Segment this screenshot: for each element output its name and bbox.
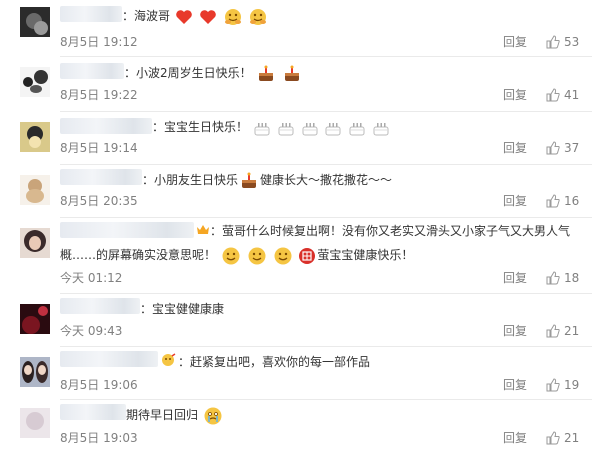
comment-text: ：萤哥什么时候复出啊！没有你又老实又滑头又小家子气又大男人气 [210,224,571,238]
thumbs-up-icon [546,378,560,392]
like-button[interactable]: 18 [546,270,579,286]
reply-button[interactable]: 回复 [503,140,527,156]
cake-emoji-icon [349,122,365,135]
avatar[interactable] [20,357,50,387]
thumbs-up-icon [546,324,560,338]
comment-text: 期待早日回归 [126,404,578,426]
heart-emoji-icon [199,9,216,24]
username[interactable] [60,298,140,314]
smile-emoji-icon [248,247,266,264]
comment-item: ：萤哥什么时候复出啊！没有你又老实又滑头又小家子气又大男人气 概……的屏幕确实没… [0,218,592,294]
cake-emoji-icon [278,122,294,135]
cake-emoji-icon [373,122,389,135]
avatar[interactable] [20,304,50,334]
hug-emoji-icon [250,8,267,25]
avatar[interactable] [20,67,50,97]
cake-emoji-icon [259,65,274,81]
avatar[interactable] [20,122,50,152]
teary-emoji-icon [204,407,222,424]
like-count: 16 [564,194,580,208]
reply-button[interactable]: 回复 [503,377,527,393]
like-button[interactable]: 41 [546,87,579,103]
thumbs-up-icon [546,141,560,155]
comment-date: 8月5日 19:03 [60,431,138,445]
cake-emoji-icon [302,122,318,135]
reply-button[interactable]: 回复 [503,430,527,446]
username[interactable] [60,6,122,22]
vip-badge-icon [197,225,209,234]
sticker-icon [162,353,176,366]
username[interactable] [60,118,152,134]
cake-emoji-icon [325,122,341,135]
username[interactable] [60,404,126,420]
like-button[interactable]: 21 [546,430,579,446]
comment-item: 期待早日回归 8月5日 19:03 回复 21 [0,400,592,453]
like-count: 21 [564,324,580,338]
comment-date: 8月5日 19:06 [60,378,138,392]
cake-emoji-icon [242,172,257,188]
like-button[interactable]: 37 [546,140,579,156]
reply-button[interactable]: 回复 [503,323,527,339]
reply-button[interactable]: 回复 [503,34,527,50]
thumbs-up-icon [546,194,560,208]
reply-button[interactable]: 回复 [503,87,527,103]
like-count: 37 [564,141,580,155]
thumbs-up-icon [546,431,560,445]
comment-date: 今天 09:43 [60,324,123,338]
like-count: 53 [564,35,580,49]
like-count: 19 [564,378,580,392]
hug-emoji-icon [224,8,241,25]
smile-emoji-icon [222,247,240,264]
like-count: 21 [564,431,580,445]
comment-date: 今天 01:12 [60,271,123,285]
comment-item: ：赶紧复出吧，喜欢你的每一部作品 8月5日 19:06 回复 19 [0,347,592,400]
like-count: 41 [564,88,580,102]
username[interactable] [60,63,124,79]
blessing-badge-icon [299,247,316,264]
avatar[interactable] [20,7,50,37]
comment-date: 8月5日 19:12 [60,35,138,49]
comment-text: ：小朋友生日快乐 健康长大～撒花撒花～～ [142,169,578,191]
like-button[interactable]: 21 [546,323,579,339]
username[interactable] [60,351,158,367]
comment-text: ：海波哥 [122,5,578,27]
thumbs-up-icon [546,271,560,285]
heart-emoji-icon [176,9,192,24]
comment-date: 8月5日 19:22 [60,88,138,102]
cake-emoji-icon [254,122,270,135]
avatar[interactable] [20,408,50,438]
comment-text-continued: 概……的屏幕确实没意思呢！ 萤宝宝健康快乐！ [60,244,578,266]
comment-text: ：赶紧复出吧，喜欢你的每一部作品 [178,355,371,369]
comment-item: ：宝宝生日快乐！ 8月5日 19:14 回复 37 [0,112,592,166]
avatar[interactable] [20,228,50,258]
thumbs-up-icon [546,35,560,49]
reply-button[interactable]: 回复 [503,193,527,209]
comment-text: ：宝宝生日快乐！ [152,116,578,138]
comment-text: ：宝宝健健康康 [140,302,225,316]
smile-emoji-icon [274,247,291,264]
like-button[interactable]: 19 [546,377,579,393]
comment-item: ：海波哥 8月5日 19:12 回复 53 [0,0,592,57]
avatar[interactable] [20,175,50,205]
comment-text: ：小波2周岁生日快乐！ [124,62,578,84]
username[interactable] [60,169,142,185]
reply-button[interactable]: 回复 [503,270,527,286]
like-button[interactable]: 53 [546,34,579,50]
comment-date: 8月5日 19:14 [60,141,138,155]
like-count: 18 [564,271,580,285]
comment-item: ：小朋友生日快乐 健康长大～撒花撒花～～ 8月5日 20:35 回复 16 [0,165,592,218]
comment-date: 8月5日 20:35 [60,194,138,208]
comment-item: ：小波2周岁生日快乐！ 8月5日 19:22 回复 41 [0,57,592,112]
like-button[interactable]: 16 [546,193,579,209]
cake-emoji-icon [285,65,300,81]
username[interactable] [60,222,194,238]
comment-item: ：宝宝健健康康 今天 09:43 回复 21 [0,294,592,347]
thumbs-up-icon [546,88,560,102]
